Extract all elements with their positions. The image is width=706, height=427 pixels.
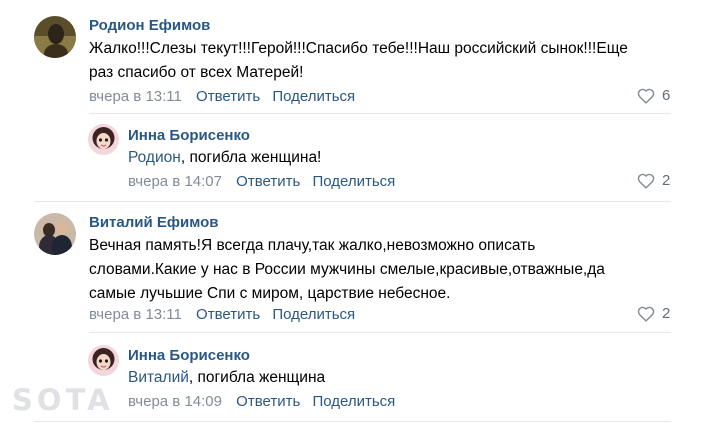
reply-author[interactable]: Инна Борисенко — [128, 347, 250, 364]
reply: Инна Борисенко Виталий, погибла женщина … — [0, 0, 706, 427]
mention-link[interactable]: Виталий — [128, 369, 189, 386]
reply-button[interactable]: Ответить — [236, 393, 300, 410]
avatar[interactable] — [88, 345, 119, 376]
reply-date[interactable]: вчера в 14:09 — [128, 393, 222, 410]
divider — [34, 421, 671, 422]
reply-text: Виталий, погибла женщина — [128, 366, 325, 390]
watermark-logo: SOTA — [12, 383, 114, 417]
reply-text-body: , погибла женщина — [188, 369, 326, 386]
reply-meta: вчера в 14:09 Ответить Поделиться — [128, 393, 395, 410]
avatar-photo-icon — [88, 345, 119, 376]
share-button[interactable]: Поделиться — [312, 393, 395, 410]
